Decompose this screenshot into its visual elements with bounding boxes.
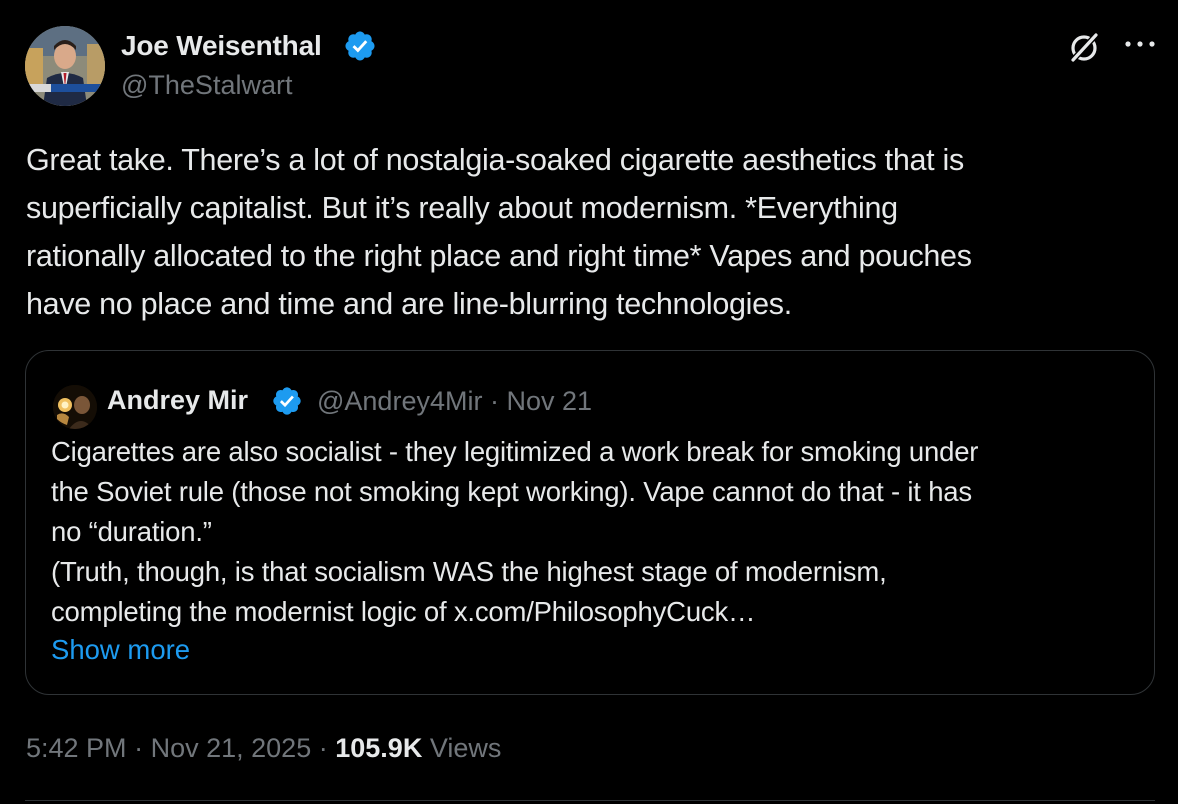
quoted-date[interactable]: Nov 21 <box>507 386 593 416</box>
quoted-author-avatar[interactable] <box>53 385 97 429</box>
grok-icon[interactable] <box>1066 30 1102 66</box>
tweet-text-line: Great take. There’s a lot of nostalgia-s… <box>26 143 964 177</box>
verified-badge-icon[interactable] <box>271 385 303 417</box>
quoted-tweet-text: Cigarettes are also socialist - they leg… <box>51 432 1131 632</box>
show-more-link[interactable]: Show more <box>51 634 190 666</box>
quoted-text-line: the Soviet rule (those not smoking kept … <box>51 476 972 507</box>
footer-separator: · <box>318 733 328 763</box>
quoted-text-line: completing the modernist logic of x.com/… <box>51 596 756 627</box>
footer-separator: · <box>134 733 144 763</box>
tweet-text: Great take. There’s a lot of nostalgia-s… <box>26 136 1156 328</box>
quoted-text-line: (Truth, though, is that socialism WAS th… <box>51 556 887 587</box>
tweet-text-line: superficially capitalist. But it’s reall… <box>26 191 898 225</box>
author-handle[interactable]: @TheStalwart <box>121 70 292 101</box>
meta-separator: · <box>489 386 499 416</box>
quoted-author-display-name[interactable]: Andrey Mir <box>107 385 248 416</box>
author-avatar[interactable] <box>25 26 105 106</box>
tweet-footer: 5:42 PM · Nov 21, 2025 · 105.9K Views <box>26 733 501 764</box>
quoted-tweet-card[interactable]: Andrey Mir @Andrey4Mir · Nov 21 Cigarett… <box>25 350 1155 695</box>
views-count[interactable]: 105.9K <box>335 733 422 763</box>
quoted-author-meta: @Andrey4Mir · Nov 21 <box>317 386 592 417</box>
quoted-author-handle[interactable]: @Andrey4Mir <box>317 386 482 416</box>
views-label: Views <box>429 733 502 763</box>
tweet-text-line: have no place and time and are line-blur… <box>26 287 792 321</box>
tweet-date[interactable]: Nov 21, 2025 <box>151 733 312 763</box>
quoted-text-line: Cigarettes are also socialist - they leg… <box>51 436 979 467</box>
tweet-detail: Joe Weisenthal @TheStalwart Great take. … <box>0 0 1178 804</box>
tweet-text-line: rationally allocated to the right place … <box>26 239 972 273</box>
quoted-avatar-image <box>53 385 97 429</box>
more-horizontal-icon[interactable] <box>1123 34 1157 54</box>
tweet-time[interactable]: 5:42 PM <box>26 733 127 763</box>
author-display-name[interactable]: Joe Weisenthal <box>121 30 322 62</box>
avatar-image <box>25 26 105 106</box>
divider <box>25 800 1155 801</box>
quoted-text-line: no “duration.” <box>51 516 212 547</box>
verified-badge-icon[interactable] <box>343 29 377 63</box>
